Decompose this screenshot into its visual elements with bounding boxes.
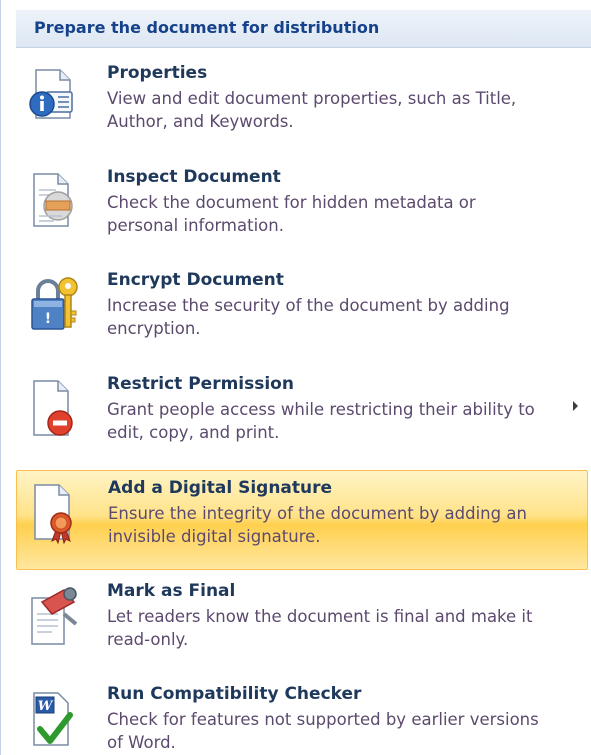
menu-item-encrypt-document[interactable]: ! Encrypt Document Increase the security…	[16, 263, 588, 363]
restrict-permission-icon	[24, 377, 80, 441]
menu-item-inspect-document[interactable]: Inspect Document Check the document for …	[16, 160, 588, 260]
item-title: Encrypt Document	[107, 270, 284, 290]
item-title: Run Compatibility Checker	[107, 684, 362, 704]
item-description: Let readers know the document is final a…	[107, 607, 533, 649]
menu-item-restrict-permission[interactable]: Restrict Permission Grant people access …	[16, 367, 588, 467]
menu-item-run-compatibility-checker[interactable]: W Run Compatibility Checker Check for fe…	[16, 677, 588, 755]
svg-text:!: !	[45, 311, 51, 327]
item-title: Properties	[107, 63, 208, 83]
item-title: Inspect Document	[107, 167, 281, 187]
item-title: Add a Digital Signature	[108, 478, 333, 498]
item-title: Mark as Final	[107, 581, 236, 601]
item-description: Increase the security of the document by…	[107, 296, 510, 338]
menu-header: Prepare the document for distribution	[16, 10, 591, 48]
prepare-menu: Prepare the document for distribution Pr…	[0, 0, 591, 755]
inspect-document-icon	[24, 170, 80, 234]
menu-header-title: Prepare the document for distribution	[34, 18, 380, 37]
properties-icon	[24, 66, 80, 130]
item-description: Check for features not supported by earl…	[107, 710, 539, 752]
menu-item-mark-as-final[interactable]: Mark as Final Let readers know the docum…	[16, 574, 588, 674]
digital-signature-icon	[25, 481, 81, 545]
item-description: Grant people access while restricting th…	[107, 400, 535, 442]
item-title: Restrict Permission	[107, 374, 294, 394]
item-description: Ensure the integrity of the document by …	[108, 504, 527, 546]
compatibility-checker-icon: W	[24, 687, 80, 751]
encrypt-lock-key-icon: !	[24, 273, 80, 337]
menu-item-add-digital-signature[interactable]: Add a Digital Signature Ensure the integ…	[16, 470, 588, 570]
svg-text:W: W	[38, 699, 54, 714]
submenu-arrow-icon	[573, 401, 578, 411]
item-description: Check the document for hidden metadata o…	[107, 193, 476, 235]
menu-item-properties[interactable]: Properties View and edit document proper…	[16, 56, 588, 156]
item-description: View and edit document properties, such …	[107, 89, 517, 131]
mark-as-final-icon	[24, 584, 80, 648]
